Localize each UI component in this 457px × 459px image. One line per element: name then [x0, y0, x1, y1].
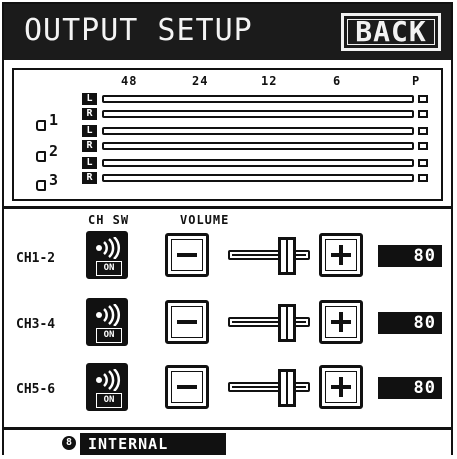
- channel-controls-panel: CH SW VOLUME CH1-2 ON 80 CH3-4 ON 80 CH5…: [4, 206, 451, 429]
- peak-indicator: [418, 127, 428, 135]
- volume-slider-handle[interactable]: [277, 237, 296, 275]
- channel-left-tag: L: [82, 157, 97, 169]
- source-selector[interactable]: INTERNAL: [80, 433, 226, 455]
- volume-value: 80: [378, 245, 442, 267]
- minus-icon: [177, 385, 197, 389]
- plus-icon: [339, 312, 343, 332]
- output-jack-icon: [36, 120, 46, 131]
- column-header-ch-sw: CH SW: [88, 213, 130, 227]
- volume-up-button[interactable]: [319, 365, 363, 409]
- peak-indicator: [418, 110, 428, 118]
- peak-indicator: [418, 95, 428, 103]
- channel-switch-button[interactable]: ON: [86, 363, 128, 411]
- output-jack-icon: [36, 180, 46, 191]
- peak-indicator: [418, 142, 428, 150]
- channel-right-tag: R: [82, 140, 97, 152]
- source-number-badge: 8: [62, 436, 76, 450]
- channel-right-tag: R: [82, 108, 97, 120]
- output-number: 3: [49, 171, 59, 189]
- scale-label-48: 48: [121, 74, 138, 88]
- peak-indicator: [418, 174, 428, 182]
- speaker-sound-icon: [96, 304, 121, 326]
- page-title: OUTPUT SETUP: [24, 13, 253, 48]
- speaker-sound-icon: [96, 369, 121, 391]
- meter-bar: [102, 159, 414, 167]
- switch-state-label: ON: [96, 393, 122, 408]
- output-number: 2: [49, 142, 59, 160]
- channel-switch-button[interactable]: ON: [86, 231, 128, 279]
- minus-icon: [177, 253, 197, 257]
- channel-right-tag: R: [82, 172, 97, 184]
- channel-label: CH1-2: [16, 251, 56, 266]
- volume-slider-track[interactable]: [228, 250, 310, 260]
- volume-slider-track[interactable]: [228, 317, 310, 327]
- back-button[interactable]: BACK: [341, 13, 441, 51]
- volume-down-button[interactable]: [165, 300, 209, 344]
- channel-label: CH5-6: [16, 382, 56, 397]
- plus-icon: [339, 245, 343, 265]
- switch-state-label: ON: [96, 328, 122, 343]
- source-footer: 8 INTERNAL: [4, 427, 451, 456]
- volume-up-button[interactable]: [319, 300, 363, 344]
- channel-left-tag: L: [82, 93, 97, 105]
- output-jack-icon: [36, 151, 46, 162]
- header-bar: OUTPUT SETUP BACK: [4, 4, 451, 60]
- speaker-sound-icon: [96, 237, 121, 259]
- volume-up-button[interactable]: [319, 233, 363, 277]
- meter-bar: [102, 142, 414, 150]
- switch-state-label: ON: [96, 261, 122, 276]
- volume-down-button[interactable]: [165, 233, 209, 277]
- volume-slider-handle[interactable]: [277, 304, 296, 342]
- volume-down-button[interactable]: [165, 365, 209, 409]
- meter-bar: [102, 174, 414, 182]
- volume-value: 80: [378, 312, 442, 334]
- peak-indicator: [418, 159, 428, 167]
- plus-icon: [339, 377, 343, 397]
- output-number: 1: [49, 111, 59, 129]
- minus-icon: [177, 320, 197, 324]
- output-setup-screen: OUTPUT SETUP BACK 48 24 12 6 P 1 L R 2 L…: [2, 2, 453, 456]
- channel-left-tag: L: [82, 125, 97, 137]
- meter-bar: [102, 110, 414, 118]
- channel-label: CH3-4: [16, 317, 56, 332]
- level-meter-panel: 48 24 12 6 P 1 L R 2 L R 3 L R: [12, 68, 443, 201]
- meter-bar: [102, 127, 414, 135]
- scale-label-peak: P: [412, 74, 421, 88]
- column-header-volume: VOLUME: [180, 213, 230, 227]
- meter-bar: [102, 95, 414, 103]
- scale-label-12: 12: [261, 74, 278, 88]
- scale-label-24: 24: [192, 74, 209, 88]
- volume-value: 80: [378, 377, 442, 399]
- volume-slider-handle[interactable]: [277, 369, 296, 407]
- scale-label-6: 6: [333, 74, 342, 88]
- channel-switch-button[interactable]: ON: [86, 298, 128, 346]
- volume-slider-track[interactable]: [228, 382, 310, 392]
